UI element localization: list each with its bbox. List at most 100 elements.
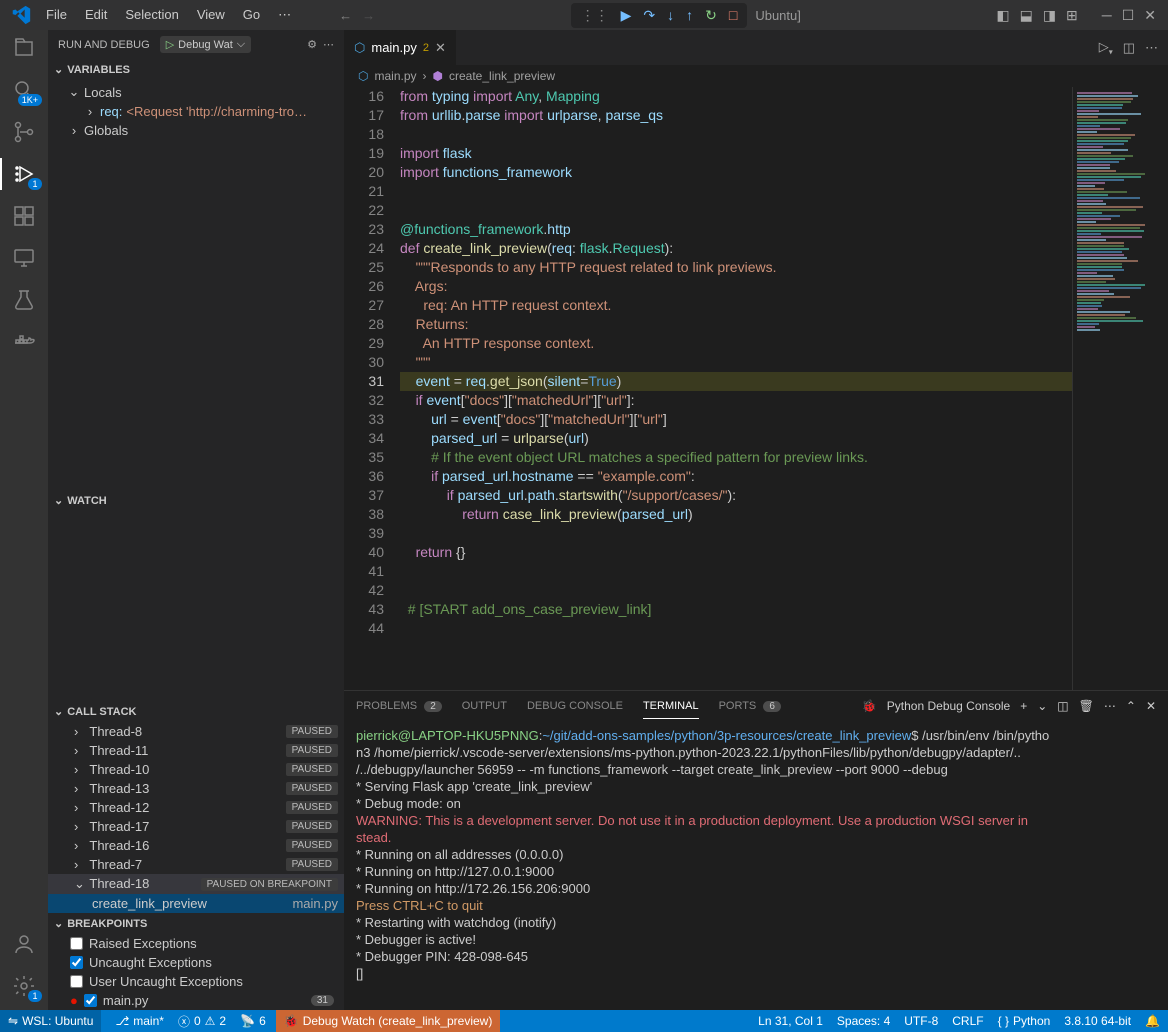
- menu-selection[interactable]: Selection: [117, 3, 186, 27]
- extensions-icon[interactable]: [12, 204, 36, 228]
- source-control-icon[interactable]: [12, 120, 36, 144]
- menu-edit[interactable]: Edit: [77, 3, 115, 27]
- layout-toggle-right-icon[interactable]: ◨: [1043, 7, 1056, 24]
- debug-config-select[interactable]: ▷ Debug Wat ⌵: [160, 36, 251, 53]
- breakpoint-checkbox[interactable]: [70, 956, 83, 969]
- callstack-header[interactable]: ⌄CALL STACK: [48, 701, 344, 722]
- layout-toggle-bottom-icon[interactable]: ⬓: [1020, 7, 1033, 24]
- search-icon[interactable]: 1K+: [12, 78, 36, 102]
- maximize-panel-icon[interactable]: ⌃: [1126, 699, 1136, 713]
- thread-row[interactable]: › Thread-13PAUSED: [48, 779, 344, 798]
- menu-go[interactable]: Go: [235, 3, 268, 27]
- close-panel-icon[interactable]: ✕: [1146, 699, 1156, 713]
- ports-indicator[interactable]: 📡6: [240, 1014, 266, 1028]
- account-icon[interactable]: [12, 932, 36, 956]
- breakpoint-row[interactable]: Raised Exceptions: [48, 934, 344, 953]
- remote-indicator[interactable]: ⇋WSL: Ubuntu: [0, 1010, 101, 1032]
- variables-header[interactable]: ⌄VARIABLES: [48, 59, 344, 80]
- panel-tab-output[interactable]: OUTPUT: [462, 694, 507, 718]
- sidebar-header: RUN AND DEBUG ▷ Debug Wat ⌵ ⚙ ⋯: [48, 30, 344, 59]
- tab-main-py[interactable]: ⬡ main.py 2 ✕: [344, 30, 457, 65]
- debug-console-icon: 🐞: [862, 699, 877, 713]
- thread-row[interactable]: › Thread-16PAUSED: [48, 836, 344, 855]
- split-terminal-icon[interactable]: ◫: [1057, 699, 1068, 713]
- gear-icon[interactable]: 1: [12, 974, 36, 998]
- split-editor-icon[interactable]: ◫: [1123, 40, 1135, 56]
- editor-body[interactable]: 161718192021222324252627282930▶313233343…: [344, 87, 1168, 690]
- close-tab-icon[interactable]: ✕: [435, 40, 446, 56]
- breakpoint-checkbox[interactable]: [70, 937, 83, 950]
- breakpoint-row[interactable]: Uncaught Exceptions: [48, 953, 344, 972]
- thread-row[interactable]: › Thread-17PAUSED: [48, 817, 344, 836]
- close-icon[interactable]: ✕: [1144, 7, 1156, 24]
- thread-row[interactable]: › Thread-7PAUSED: [48, 855, 344, 874]
- thread-row[interactable]: › Thread-10PAUSED: [48, 760, 344, 779]
- branch-indicator[interactable]: ⎇main*: [115, 1014, 164, 1028]
- thread-row[interactable]: › Thread-8PAUSED: [48, 722, 344, 741]
- explorer-icon[interactable]: [12, 36, 36, 60]
- new-terminal-icon[interactable]: +: [1020, 699, 1027, 713]
- minimize-icon[interactable]: ─: [1102, 7, 1112, 23]
- breakpoints-header[interactable]: ⌄BREAKPOINTS: [48, 913, 344, 934]
- restart-icon[interactable]: ↻: [705, 7, 717, 24]
- language-indicator[interactable]: { }Python: [998, 1014, 1051, 1028]
- step-into-icon[interactable]: ↓: [667, 7, 674, 23]
- run-icon[interactable]: ▷▾: [1099, 39, 1113, 57]
- menubar: FileEditSelectionViewGo⋯: [38, 3, 299, 27]
- encoding-indicator[interactable]: UTF-8: [904, 1014, 938, 1028]
- breakpoint-row[interactable]: User Uncaught Exceptions: [48, 972, 344, 991]
- debug-icon[interactable]: 1: [12, 162, 36, 186]
- remote-explorer-icon[interactable]: [12, 246, 36, 270]
- step-out-icon[interactable]: ↑: [686, 7, 693, 23]
- panel-tab-terminal[interactable]: TERMINAL: [643, 694, 699, 719]
- more-icon[interactable]: ⋯: [1145, 40, 1158, 56]
- watch-header[interactable]: ⌄WATCH: [48, 490, 344, 511]
- thread-row[interactable]: › Thread-11PAUSED: [48, 741, 344, 760]
- breakpoint-checkbox[interactable]: [84, 994, 97, 1007]
- terminal[interactable]: pierrick@LAPTOP-HKU5PNNG:~/git/add-ons-s…: [344, 721, 1168, 1010]
- globals-node[interactable]: ›Globals: [48, 121, 344, 140]
- code-content[interactable]: from typing import Any, Mappingfrom urll…: [400, 87, 1072, 690]
- step-over-icon[interactable]: ↷: [643, 7, 655, 24]
- maximize-icon[interactable]: ☐: [1122, 7, 1135, 24]
- indent-indicator[interactable]: Spaces: 4: [837, 1014, 890, 1028]
- layout-customize-icon[interactable]: ⊞: [1066, 7, 1078, 24]
- drag-handle-icon[interactable]: ⋮⋮: [581, 7, 609, 24]
- locals-node[interactable]: ⌄Locals: [48, 82, 344, 102]
- notifications-icon[interactable]: 🔔: [1145, 1014, 1160, 1028]
- eol-indicator[interactable]: CRLF: [952, 1014, 983, 1028]
- testing-icon[interactable]: [12, 288, 36, 312]
- chevron-down-icon[interactable]: ⌄: [1037, 699, 1047, 713]
- problems-indicator[interactable]: ⓧ0⚠2: [178, 1013, 226, 1030]
- variable-req[interactable]: ›req: <Request 'http://charming-tro…: [48, 102, 344, 121]
- docker-icon[interactable]: [12, 330, 36, 354]
- stack-frame[interactable]: create_link_previewmain.py: [48, 894, 344, 913]
- kill-terminal-icon[interactable]: 🗑: [1079, 699, 1094, 713]
- layout-toggle-left-icon[interactable]: ◧: [996, 7, 1009, 24]
- menu-⋯[interactable]: ⋯: [270, 3, 299, 27]
- panel: PROBLEMS 2 OUTPUT DEBUG CONSOLE TERMINAL POR…: [344, 690, 1168, 1010]
- breakpoint-row[interactable]: ●main.py31: [48, 991, 344, 1010]
- cursor-position[interactable]: Ln 31, Col 1: [758, 1014, 823, 1028]
- more-icon[interactable]: ⋯: [323, 38, 334, 51]
- debug-settings-icon[interactable]: ⚙: [307, 38, 317, 51]
- stop-icon[interactable]: □: [729, 7, 737, 23]
- nav-back-icon[interactable]: ←: [339, 8, 352, 23]
- chevron-down-icon: ⌵: [237, 38, 245, 51]
- breadcrumb[interactable]: ⬡ main.py › ⬢ create_link_preview: [344, 65, 1168, 87]
- menu-view[interactable]: View: [189, 3, 233, 27]
- thread-row[interactable]: › Thread-12PAUSED: [48, 798, 344, 817]
- gutter[interactable]: 161718192021222324252627282930▶313233343…: [344, 87, 400, 690]
- breakpoint-checkbox[interactable]: [70, 975, 83, 988]
- panel-tab-problems[interactable]: PROBLEMS 2: [356, 694, 442, 718]
- thread-row[interactable]: ⌄ Thread-18PAUSED ON BREAKPOINT: [48, 874, 344, 894]
- debug-status[interactable]: 🐞Debug Watch (create_link_preview): [276, 1010, 501, 1032]
- more-icon[interactable]: ⋯: [1104, 699, 1116, 713]
- minimap[interactable]: [1072, 87, 1168, 690]
- python-version[interactable]: 3.8.10 64-bit: [1064, 1014, 1131, 1028]
- continue-icon[interactable]: ▶: [621, 7, 632, 24]
- menu-file[interactable]: File: [38, 3, 75, 27]
- panel-tab-ports[interactable]: PORTS 6: [719, 694, 781, 718]
- nav-fwd-icon[interactable]: →: [362, 8, 375, 23]
- panel-tab-debug console[interactable]: DEBUG CONSOLE: [527, 694, 623, 718]
